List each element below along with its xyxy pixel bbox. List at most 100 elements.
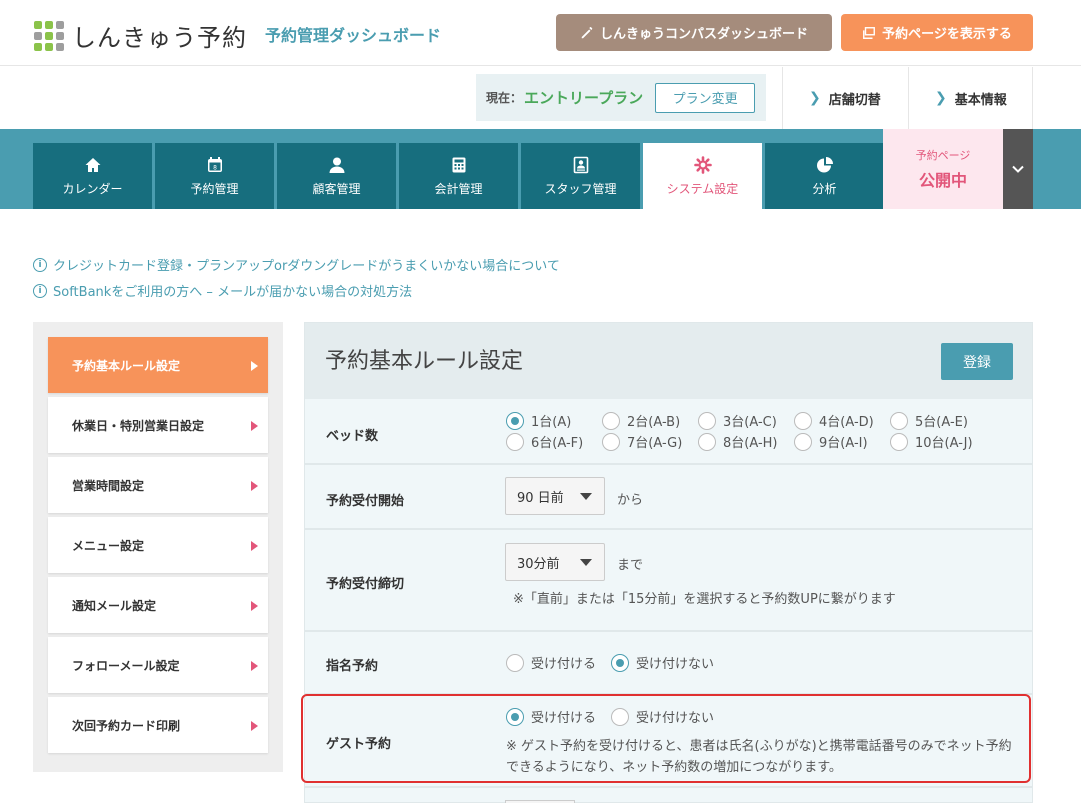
bed-count-radio[interactable]: 3台(A-C) — [698, 411, 794, 430]
radio-dot — [602, 411, 620, 430]
triangle-right-icon — [251, 661, 258, 671]
caret-down-icon — [580, 493, 592, 500]
bed-count-radio[interactable]: 5台(A-E) — [890, 411, 986, 430]
booking-deadline-suffix: まで — [617, 558, 644, 573]
radio-label: 受け付けない — [636, 657, 715, 672]
next-row-partial — [305, 788, 1032, 803]
chevron-right-icon: ❯ — [935, 90, 947, 106]
tab-label: 予約管理 — [190, 181, 239, 196]
logo-square — [45, 31, 53, 40]
softbank-help-link[interactable]: i SoftBankをご利用の方へ – メールが届かない場合の対処方法 — [33, 281, 412, 300]
basic-info-label: 基本情報 — [954, 92, 1007, 108]
logo-square — [34, 42, 42, 51]
bed-count-radio[interactable]: 9台(A-I) — [794, 432, 890, 451]
side-item-label: 予約基本ルール設定 — [72, 358, 181, 373]
radio-dot — [506, 432, 524, 451]
current-plan-box: 現在： エントリープラン プラン変更 — [476, 74, 766, 121]
top-header: しんきゅう予約 予約管理ダッシュボード しんきゅうコンパスダッシュボード 予約ペ… — [0, 0, 1081, 66]
pencil-icon — [581, 26, 593, 38]
external-window-icon — [863, 26, 876, 39]
bed-count-radio[interactable]: 7台(A-G) — [602, 432, 698, 451]
logo-text: しんきゅう予約 — [72, 24, 247, 52]
credit-card-help-link[interactable]: i クレジットカード登録・プランアップorダウングレードがうまくいかない場合につ… — [33, 255, 560, 274]
bed-count-radio[interactable]: 6台(A-F) — [506, 432, 602, 451]
tab-label: 会計管理 — [434, 181, 483, 196]
user-icon — [329, 157, 344, 173]
booking-deadline-note: ※「直前」または「15分前」を選択すると予約数UPに繋がります — [513, 592, 896, 607]
booking-deadline-select[interactable]: 30分前 — [505, 543, 605, 581]
chevron-down-icon — [1012, 165, 1024, 173]
tab-label: 分析 — [812, 181, 837, 196]
tab-reservations[interactable]: 8 予約管理 — [155, 143, 274, 209]
view-booking-page-label: 予約ページを表示する — [882, 27, 1012, 42]
calendar-icon: 8 — [207, 156, 222, 172]
tab-customers[interactable]: 顧客管理 — [277, 143, 396, 209]
nominated-reject-radio[interactable]: 受け付けない — [611, 653, 714, 672]
radio-dot — [794, 432, 812, 451]
bed-count-radio[interactable]: 4台(A-D) — [794, 411, 890, 430]
side-item-label: 通知メール設定 — [72, 598, 157, 613]
radio-label: 7台(A-G) — [627, 436, 683, 451]
logo-square — [34, 20, 42, 29]
side-item-menu-settings[interactable]: メニュー設定 — [48, 517, 268, 573]
nominated-accept-radio[interactable]: 受け付ける — [506, 653, 596, 672]
side-item-label: 営業時間設定 — [72, 478, 145, 493]
radio-label: 3台(A-C) — [723, 415, 777, 430]
triangle-right-icon — [251, 421, 258, 431]
tab-label: 顧客管理 — [312, 181, 361, 196]
side-item-label: 次回予約カード印刷 — [72, 718, 181, 733]
logo[interactable]: しんきゅう予約 — [34, 18, 247, 53]
beds-label: ベッド数 — [326, 429, 379, 444]
booking-start-select[interactable]: 90 日前 — [505, 477, 605, 515]
chevron-right-icon: ❯ — [809, 90, 821, 106]
booking-page-published-status[interactable]: 予約ページ 公開中 — [883, 129, 1003, 209]
tab-calendar[interactable]: カレンダー — [33, 143, 152, 209]
radio-dot — [794, 411, 812, 430]
booking-start-label: 予約受付開始 — [326, 494, 405, 509]
booking-start-value: 90 日前 — [517, 490, 564, 506]
tab-analytics[interactable]: 分析 — [765, 143, 884, 209]
nominated-radio-group: 受け付ける 受け付けない — [506, 653, 714, 672]
basic-info-link[interactable]: ❯ 基本情報 — [908, 67, 1033, 129]
triangle-right-icon — [251, 601, 258, 611]
id-card-icon — [573, 156, 588, 173]
side-item-notification-mail[interactable]: 通知メール設定 — [48, 577, 268, 633]
page-title: 予約基本ルール設定 — [325, 349, 524, 374]
tab-system-settings[interactable]: システム設定 — [643, 143, 762, 209]
highlight-box — [301, 694, 1031, 783]
plan-change-button[interactable]: プラン変更 — [655, 82, 756, 113]
store-switch-link[interactable]: ❯ 店舗切替 — [782, 67, 908, 129]
info-link-text: SoftBankをご利用の方へ – メールが届かない場合の対処方法 — [53, 285, 413, 300]
view-booking-page-button[interactable]: 予約ページを表示する — [841, 14, 1033, 51]
radio-label: 10台(A-J) — [915, 436, 973, 451]
bed-count-radio[interactable]: 10台(A-J) — [890, 432, 986, 451]
logo-mark-icon — [34, 20, 64, 51]
dashboard-subtitle: 予約管理ダッシュボード — [265, 26, 442, 45]
logo-square — [56, 20, 64, 29]
logo-square — [45, 42, 53, 51]
radio-dot — [602, 432, 620, 451]
bed-count-radio[interactable]: 8台(A-H) — [698, 432, 794, 451]
bed-count-radio[interactable]: 2台(A-B) — [602, 411, 698, 430]
gear-icon — [693, 155, 712, 174]
side-item-next-card-print[interactable]: 次回予約カード印刷 — [48, 697, 268, 753]
side-item-business-hours[interactable]: 営業時間設定 — [48, 457, 268, 513]
settings-side-menu: 予約基本ルール設定 休業日・特別営業日設定 営業時間設定 メニュー設定 通知メー… — [33, 322, 283, 772]
register-button[interactable]: 登録 — [941, 343, 1013, 380]
side-item-follow-mail[interactable]: フォローメール設定 — [48, 637, 268, 693]
home-icon — [85, 157, 100, 172]
bed-count-radio[interactable]: 1台(A) — [506, 411, 602, 430]
triangle-right-icon — [251, 361, 258, 371]
tab-staff[interactable]: スタッフ管理 — [521, 143, 640, 209]
radio-dot — [698, 411, 716, 430]
tab-accounting[interactable]: 会計管理 — [399, 143, 518, 209]
side-item-basic-rules[interactable]: 予約基本ルール設定 — [48, 337, 268, 393]
logo-square — [34, 31, 42, 40]
plan-label: 現在： — [486, 91, 523, 105]
nominated-booking-label: 指名予約 — [326, 659, 379, 674]
compass-dashboard-button[interactable]: しんきゅうコンパスダッシュボード — [556, 14, 832, 51]
radio-dot — [506, 653, 524, 672]
nav-expand-toggle[interactable] — [1003, 129, 1033, 209]
side-item-holidays[interactable]: 休業日・特別営業日設定 — [48, 397, 268, 453]
triangle-right-icon — [251, 541, 258, 551]
